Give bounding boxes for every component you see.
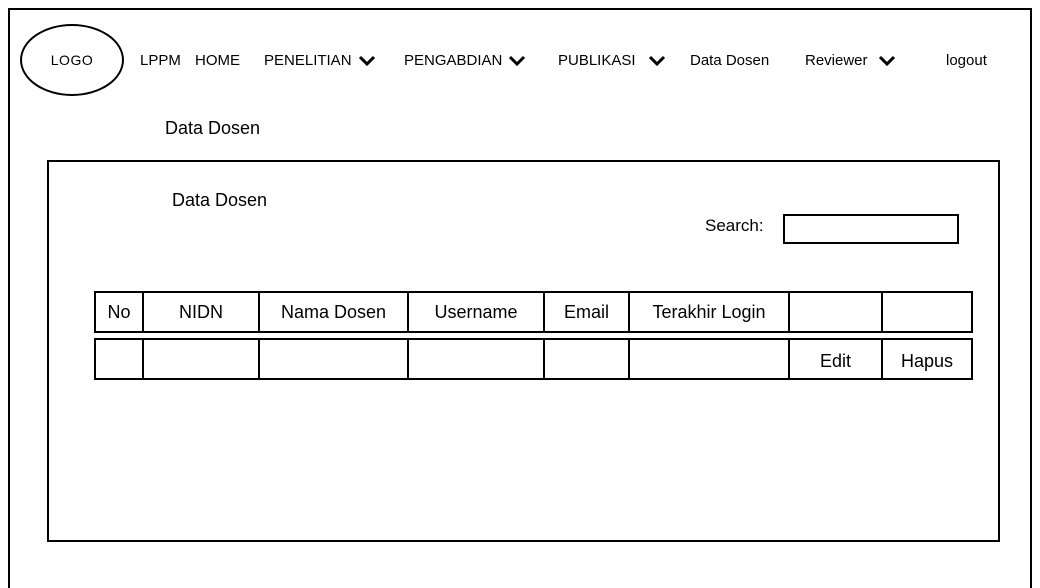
cell-nama-dosen [260,340,409,378]
header-email: Email [545,293,630,331]
nav-data-dosen[interactable]: Data Dosen [690,52,769,69]
page-title: Data Dosen [165,118,261,138]
nav-logout[interactable]: logout [946,52,987,69]
chevron-down-icon [648,55,666,67]
cell-nidn [144,340,260,378]
search-input[interactable] [783,214,959,244]
header-nidn: NIDN [144,293,260,331]
panel-title: Data Dosen [172,190,268,210]
nav-reviewer[interactable]: Reviewer [805,52,896,69]
nav-publikasi-label: PUBLIKASI [558,52,636,69]
nav-home[interactable]: HOME [195,52,240,69]
cell-no [96,340,144,378]
cell-terakhir-login [630,340,790,378]
nav-reviewer-label: Reviewer [805,52,868,69]
nav-lppm[interactable]: LPPM [140,52,181,69]
nav-pengabdian-label: PENGABDIAN [404,52,503,69]
cell-email [545,340,630,378]
logo[interactable]: LOGO [20,24,124,96]
search-label: Search: [705,216,764,235]
nav-publikasi[interactable]: PUBLIKASI [558,52,666,69]
chevron-down-icon [878,55,896,67]
header-hapus-column [883,293,971,331]
chevron-down-icon [358,55,376,67]
table-header-row: No NIDN Nama Dosen Username Email Terakh… [94,291,973,333]
edit-button[interactable]: Edit [790,340,883,378]
table-row: Edit Hapus [94,338,973,380]
header-nama-dosen: Nama Dosen [260,293,409,331]
nav-penelitian[interactable]: PENELITIAN [264,52,376,69]
nav-pengabdian[interactable]: PENGABDIAN [404,52,526,69]
nav-penelitian-label: PENELITIAN [264,52,352,69]
header-no: No [96,293,144,331]
cell-username [409,340,545,378]
chevron-down-icon [508,55,526,67]
hapus-button[interactable]: Hapus [883,340,971,378]
header-edit-column [790,293,883,331]
header-terakhir-login: Terakhir Login [630,293,790,331]
header-username: Username [409,293,545,331]
